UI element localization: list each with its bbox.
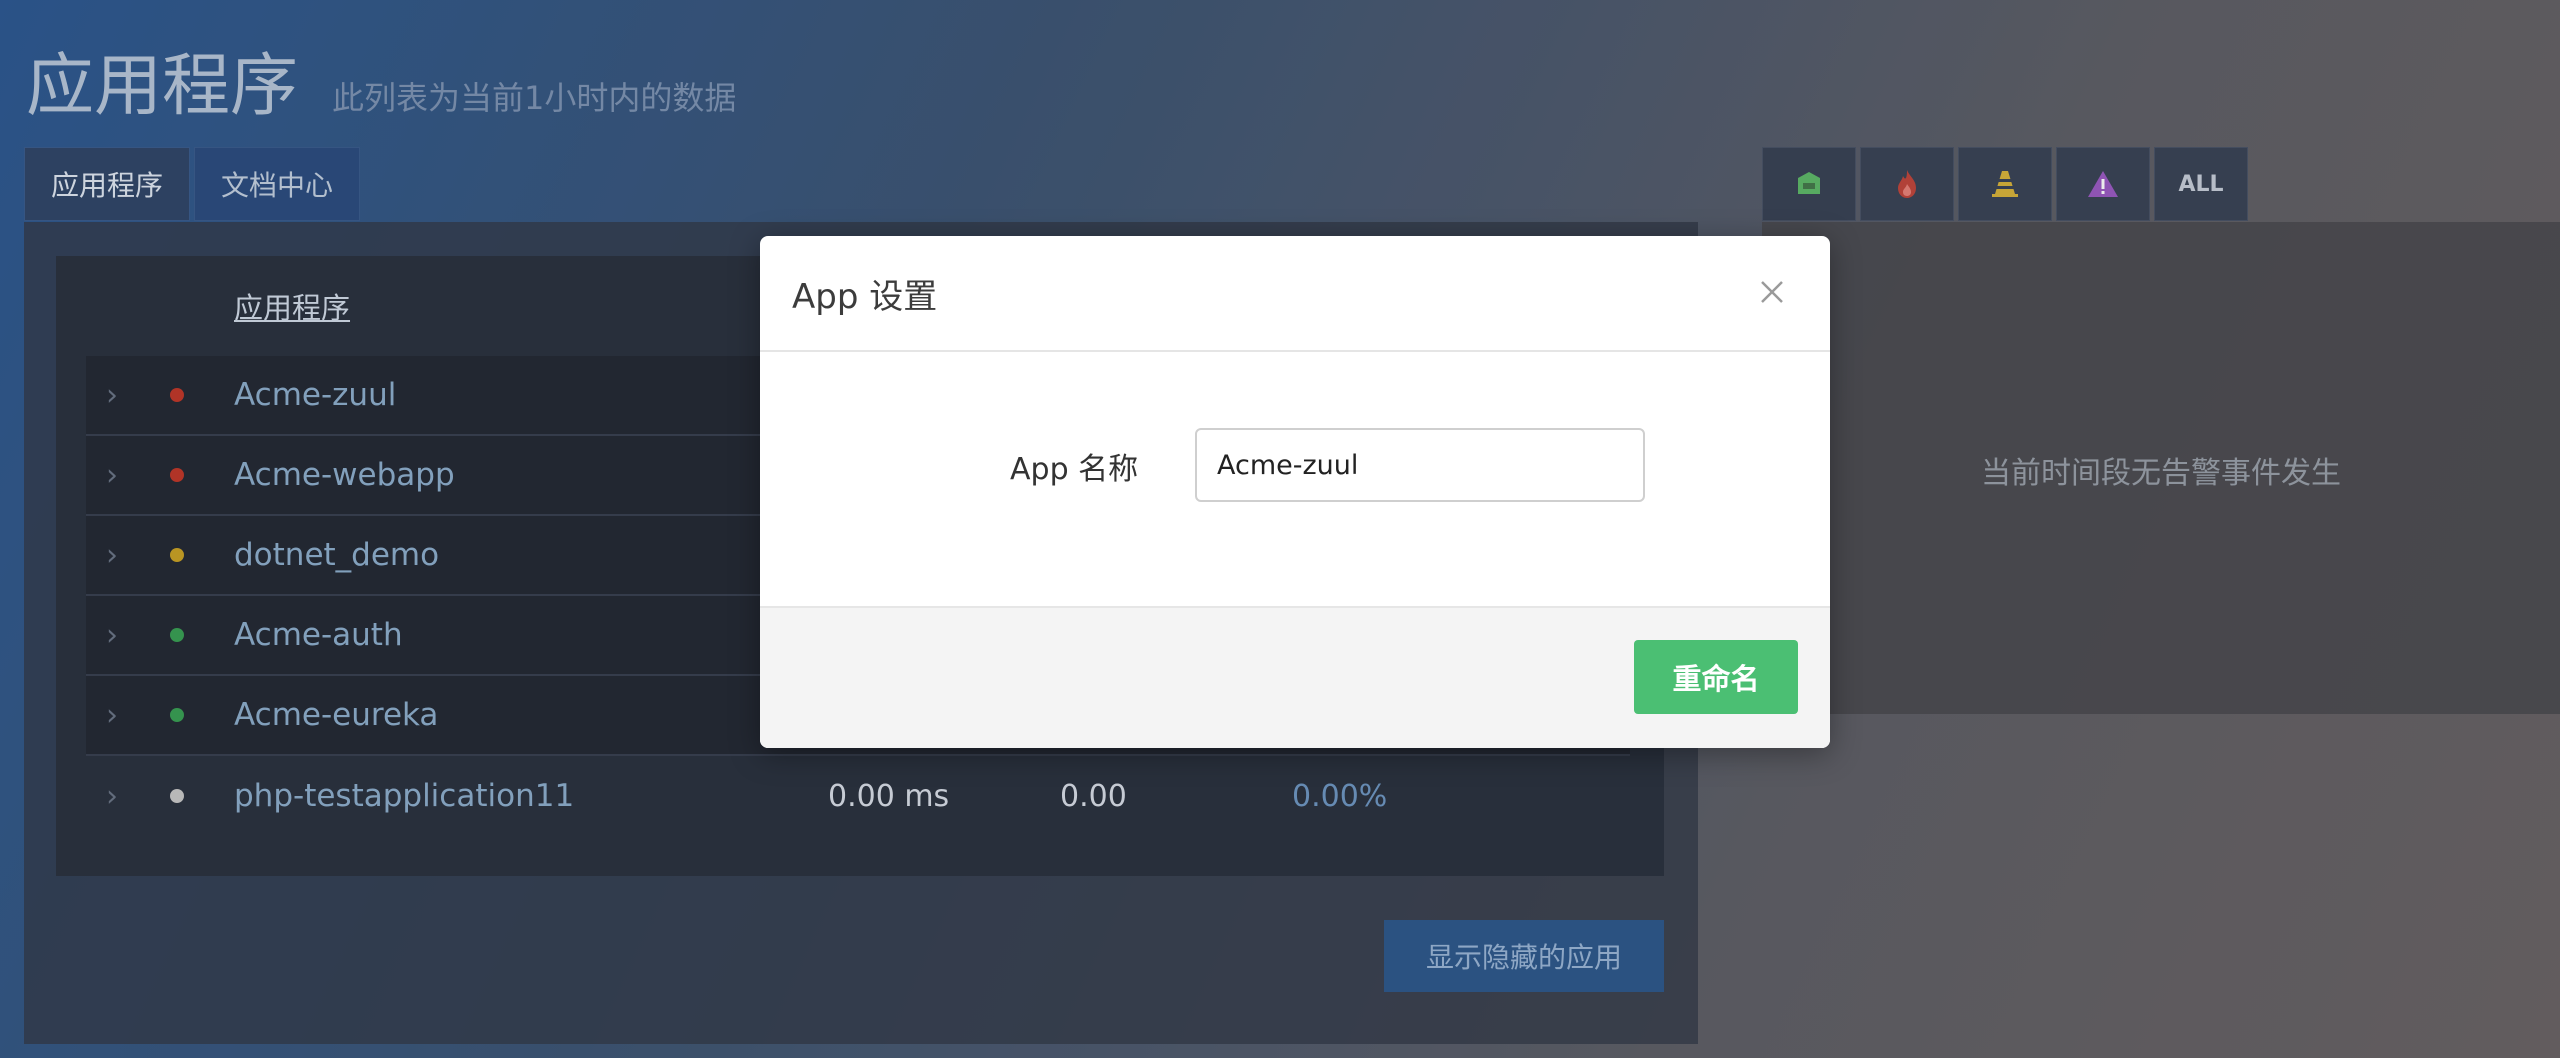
close-icon <box>1761 281 1783 303</box>
app-name-input[interactable] <box>1195 428 1645 502</box>
app-name-label: App 名称 <box>1010 452 1139 487</box>
rename-button[interactable]: 重命名 <box>1634 640 1798 714</box>
modal-header: App 设置 <box>760 236 1830 352</box>
modal-title: App 设置 <box>792 276 938 317</box>
app-settings-modal: App 设置 App 名称 重命名 <box>760 236 1830 748</box>
modal-footer: 重命名 <box>760 606 1830 748</box>
close-button[interactable] <box>1752 272 1792 312</box>
modal-body: App 名称 <box>760 352 1830 606</box>
